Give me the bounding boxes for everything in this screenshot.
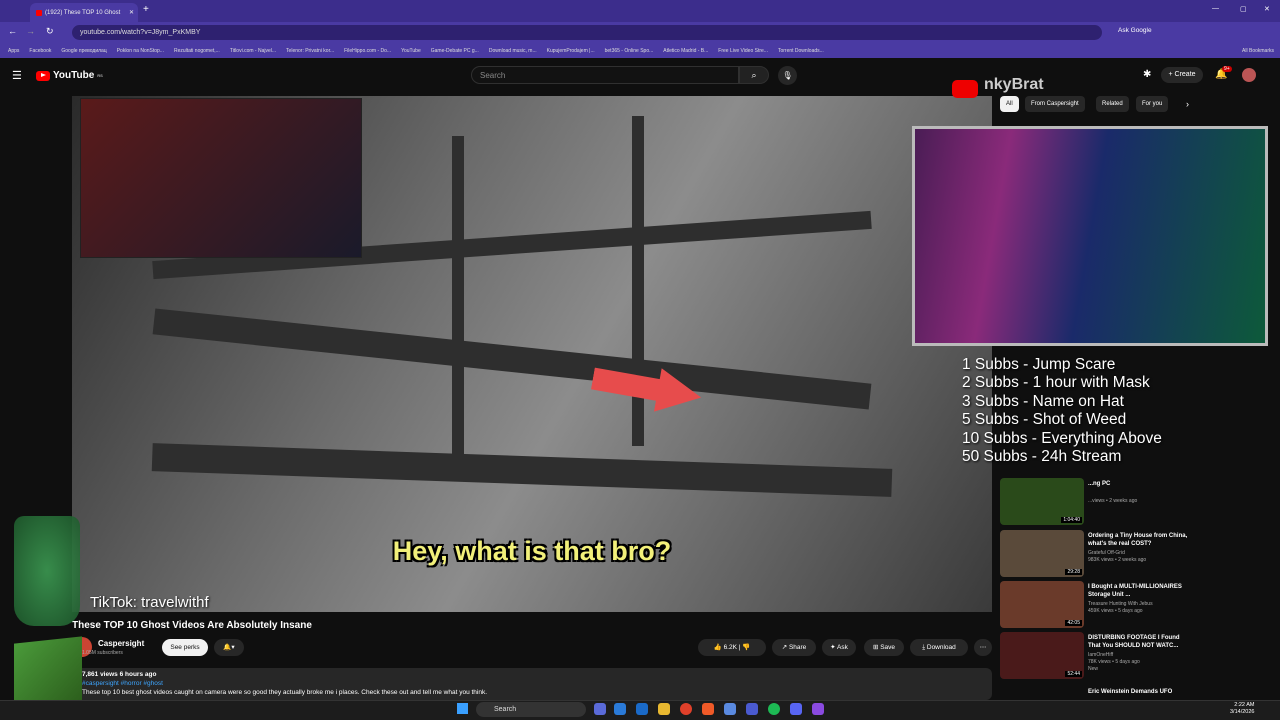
bookmark-item[interactable]: KupujemProdajem |... [547, 48, 595, 54]
bookmarks-bar: Apps Facebook Google преводилац Poklon n… [0, 43, 1280, 58]
decorative-cactus-art [14, 516, 80, 626]
bookmark-item[interactable]: Torrent Downloads... [778, 48, 824, 54]
like-button[interactable]: 👍 6.2K | 👎 [698, 639, 766, 656]
sub-goal: 1 Subbs - Jump Scare [962, 356, 1116, 373]
views-line: 7,861 views 6 hours ago [82, 671, 157, 678]
bookmark-item[interactable]: Rezultati nogomet,... [174, 48, 220, 54]
taskbar-search[interactable]: Search [476, 702, 586, 717]
video-subtitle: Hey, what is that bro? [392, 536, 672, 566]
avatar[interactable] [1242, 68, 1256, 82]
list-item[interactable]: ...ng PC ...views • 2 weeks ago 1:04:40 [1000, 478, 1190, 526]
all-bookmarks[interactable]: All Bookmarks [1242, 48, 1274, 54]
discord-icon[interactable] [790, 703, 802, 715]
description-box[interactable]: 7,861 views 6 hours ago #caspersight #ho… [72, 668, 992, 700]
ask-google-button[interactable]: Ask Google [1118, 27, 1152, 34]
teams-icon[interactable] [746, 703, 758, 715]
browser-tab[interactable]: (1922) These TOP 10 Ghost ✕ [30, 3, 138, 22]
windows-start-icon[interactable] [457, 703, 468, 714]
youtube-logo[interactable]: YouTube RS [36, 70, 103, 81]
hashtags[interactable]: #caspersight #horror #ghost [82, 679, 982, 688]
channel-name[interactable]: Caspersight [98, 639, 144, 648]
notification-bell-button[interactable]: 🔔▾ [214, 639, 244, 656]
app-icon[interactable] [812, 703, 824, 715]
bookmark-item[interactable]: Free Live Video Stre... [718, 48, 768, 54]
minimize-icon[interactable]: — [1212, 5, 1219, 12]
download-button[interactable]: ⤓ Download [910, 639, 968, 656]
youtube-favicon-icon [36, 9, 42, 16]
subscriber-count: 1.05M subscribers [82, 650, 123, 656]
chip-for-you[interactable]: For you [1136, 96, 1169, 112]
system-clock[interactable]: 2:22 AM 3/14/2026 [1230, 702, 1254, 716]
share-button[interactable]: ↗ Share [772, 639, 816, 656]
chip-all[interactable]: All [1000, 96, 1019, 112]
copilot-icon[interactable] [594, 703, 606, 715]
sub-goals-list: 1 Subbs - Jump Scare 2 Subbs - 1 hour wi… [962, 356, 1162, 466]
url-field[interactable]: youtube.com/watch?v=J8ym_PxKMBY [72, 25, 1102, 40]
search-button[interactable]: ⌕ [739, 66, 769, 84]
see-perks-button[interactable]: See perks [162, 639, 208, 656]
sub-goal: 3 Subbs - Name on Hat [962, 392, 1124, 410]
mic-icon: 🎙 [782, 71, 793, 80]
description-text: These top 10 best ghost videos caught on… [82, 689, 488, 696]
search-icon: ⌕ [751, 70, 757, 80]
reload-icon[interactable]: ↻ [46, 26, 54, 37]
search-input[interactable]: Search [471, 66, 739, 84]
bookmark-item[interactable]: Telenor: Privatni kor... [286, 48, 334, 54]
save-button[interactable]: ⊞ Save [864, 639, 904, 656]
file-explorer-icon[interactable] [658, 703, 670, 715]
address-bar-row: ← → ↻ youtube.com/watch?v=J8ym_PxKMBY As… [0, 22, 1280, 43]
close-tab-icon[interactable]: ✕ [129, 9, 134, 16]
video-title: These TOP 10 Ghost Videos Are Absolutely… [72, 620, 312, 631]
spotify-icon[interactable] [768, 703, 780, 715]
chip-related[interactable]: Related [1096, 96, 1129, 112]
more-options-icon[interactable]: ⋯ [974, 639, 992, 656]
sub-goal: 2 Subbs - 1 hour with Mask [962, 374, 1150, 392]
back-icon[interactable]: ← [8, 26, 17, 36]
bookmark-item[interactable]: YouTube [401, 48, 421, 54]
forward-icon[interactable]: → [26, 26, 35, 36]
chrome-icon[interactable] [680, 703, 692, 715]
notification-count: 9+ [1222, 66, 1232, 72]
bookmark-item[interactable]: bet365 - Online Spo... [605, 48, 654, 54]
store-icon[interactable] [636, 703, 648, 715]
list-item[interactable]: DISTURBING FOOTAGE I Found That You SHOU… [1000, 632, 1190, 680]
chevron-right-icon[interactable]: › [1186, 99, 1189, 109]
youtube-play-icon [36, 70, 50, 81]
menu-icon[interactable]: ☰ [12, 69, 22, 82]
brave-icon[interactable] [702, 703, 714, 715]
bookmark-item[interactable]: Apps [8, 48, 19, 54]
list-item[interactable]: I Bought a MULTI-MILLIONAIRES Storage Un… [1000, 581, 1190, 629]
overlay-webcam [912, 126, 1268, 346]
list-item[interactable]: Ordering a Tiny House from China, what's… [1000, 530, 1190, 578]
edge-icon[interactable] [614, 703, 626, 715]
ask-button[interactable]: ✦ Ask [822, 639, 856, 656]
bookmark-item[interactable]: Atletico Madrid - B... [663, 48, 708, 54]
list-item[interactable]: Eric Weinstein Demands UFO [1000, 686, 1190, 700]
bookmark-item[interactable]: Facebook [29, 48, 51, 54]
bookmark-item[interactable]: Download music, m... [489, 48, 537, 54]
bookmark-item[interactable]: Titlovi.com - Najvel... [230, 48, 276, 54]
browser-tab-bar: (1922) These TOP 10 Ghost ✕ + — ▢ ✕ [0, 0, 1280, 22]
voice-search-button[interactable]: 🎙 [778, 66, 797, 85]
chip-from-channel[interactable]: From Caspersight [1025, 96, 1085, 112]
tab-title: (1922) These TOP 10 Ghost [45, 9, 121, 16]
cast-icon[interactable]: ✱ [1143, 69, 1151, 80]
close-window-icon[interactable]: ✕ [1264, 5, 1270, 13]
bookmark-item[interactable]: Google преводилац [61, 48, 106, 54]
maximize-icon[interactable]: ▢ [1240, 5, 1247, 13]
bookmark-item[interactable]: Game-Debate PC g... [431, 48, 479, 54]
streamer-webcam [80, 98, 362, 258]
create-button[interactable]: + Create [1161, 67, 1203, 83]
tiktok-watermark: TikTok: travelwithf [90, 594, 209, 611]
bookmark-item[interactable]: FileHippo.com - Do... [344, 48, 391, 54]
sub-goal: 10 Subbs - Everything Above [962, 429, 1162, 447]
youtube-brand-icon [952, 80, 978, 98]
sub-goal: 5 Subbs - Shot of Weed [962, 411, 1127, 429]
stream-brand: nkyBrat [984, 76, 1044, 93]
sub-goal: 50 Subbs - 24h Stream [962, 448, 1122, 466]
app-icon[interactable] [724, 703, 736, 715]
bookmark-item[interactable]: Poklon na NonStop... [117, 48, 164, 54]
new-tab-icon[interactable]: + [143, 4, 149, 15]
